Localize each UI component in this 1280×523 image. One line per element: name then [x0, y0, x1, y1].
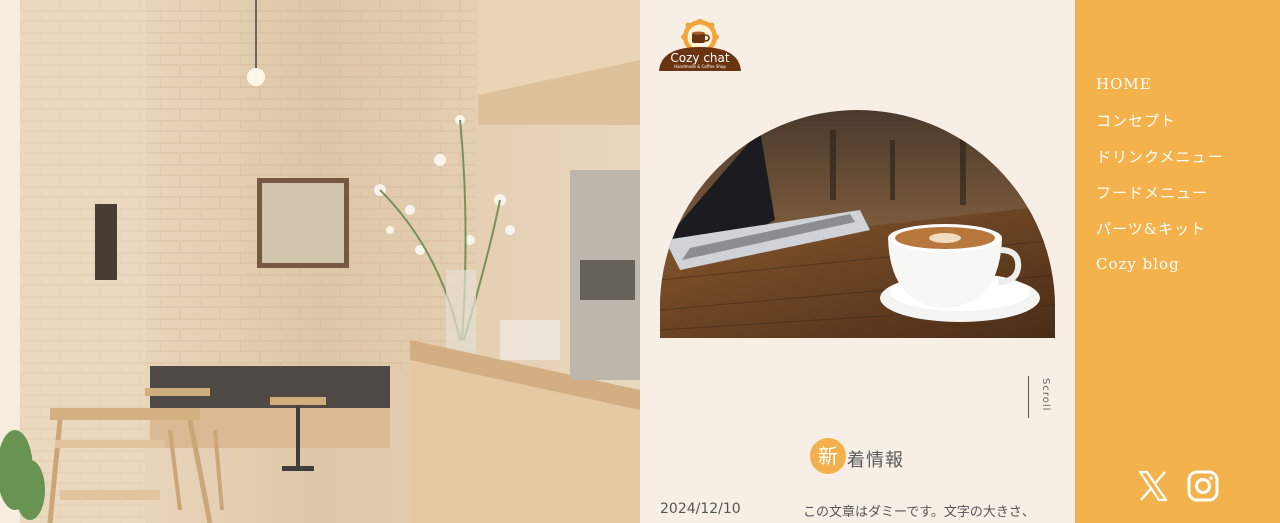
nav-item-blog: Cozy blog: [1096, 246, 1223, 282]
nav-item-parts-kit: パーツ&キット: [1096, 210, 1223, 246]
cafe-interior-photo: [0, 0, 640, 523]
nav-link-blog[interactable]: Cozy blog: [1096, 255, 1180, 273]
social-links: [1137, 470, 1219, 502]
cozy-chat-logo: Cozy chat Handmade & Coffee Shop: [659, 18, 741, 71]
scroll-indicator[interactable]: Scroll: [1028, 376, 1058, 420]
nav-item-home: HOME: [1096, 66, 1223, 102]
nav-link-parts-kit[interactable]: パーツ&キット: [1096, 218, 1206, 239]
scroll-line: [1028, 376, 1029, 418]
x-icon[interactable]: [1137, 470, 1169, 502]
nav-link-food-menu[interactable]: フードメニュー: [1096, 182, 1208, 203]
news-item-date: 2024/12/10: [660, 501, 741, 517]
main-content: Cozy chat Handmade & Coffee Shop Scroll …: [640, 0, 1075, 523]
cafe-interior-illustration: [0, 0, 640, 523]
global-nav: HOME コンセプト ドリンクメニュー フードメニュー パーツ&キット Cozy…: [1075, 0, 1280, 523]
nav-link-drink-menu[interactable]: ドリンクメニュー: [1096, 146, 1223, 167]
hero-coffee-laptop-image: [660, 110, 1055, 338]
news-item[interactable]: 2024/12/10 この文章はダミーです。文字の大きさ、: [660, 498, 1060, 523]
scroll-label: Scroll: [1040, 378, 1051, 412]
news-title-text: 着情報: [847, 450, 904, 471]
nav-list: HOME コンセプト ドリンクメニュー フードメニュー パーツ&キット Cozy…: [1096, 66, 1223, 282]
news-section-title: 新 着情報: [810, 438, 904, 474]
nav-item-drink-menu: ドリンクメニュー: [1096, 138, 1223, 174]
news-item-text[interactable]: この文章はダミーです。文字の大きさ、: [803, 501, 1035, 520]
news-title-badge: 新: [810, 438, 846, 474]
site-logo[interactable]: Cozy chat Handmade & Coffee Shop: [659, 18, 741, 71]
hero-illustration: [660, 110, 1055, 338]
nav-item-food-menu: フードメニュー: [1096, 174, 1223, 210]
logo-tagline: Handmade & Coffee Shop: [674, 64, 726, 69]
logo-name: Cozy chat: [670, 51, 729, 65]
nav-item-concept: コンセプト: [1096, 102, 1223, 138]
instagram-icon[interactable]: [1187, 470, 1219, 502]
nav-link-concept[interactable]: コンセプト: [1096, 110, 1176, 131]
nav-link-home[interactable]: HOME: [1096, 75, 1152, 93]
